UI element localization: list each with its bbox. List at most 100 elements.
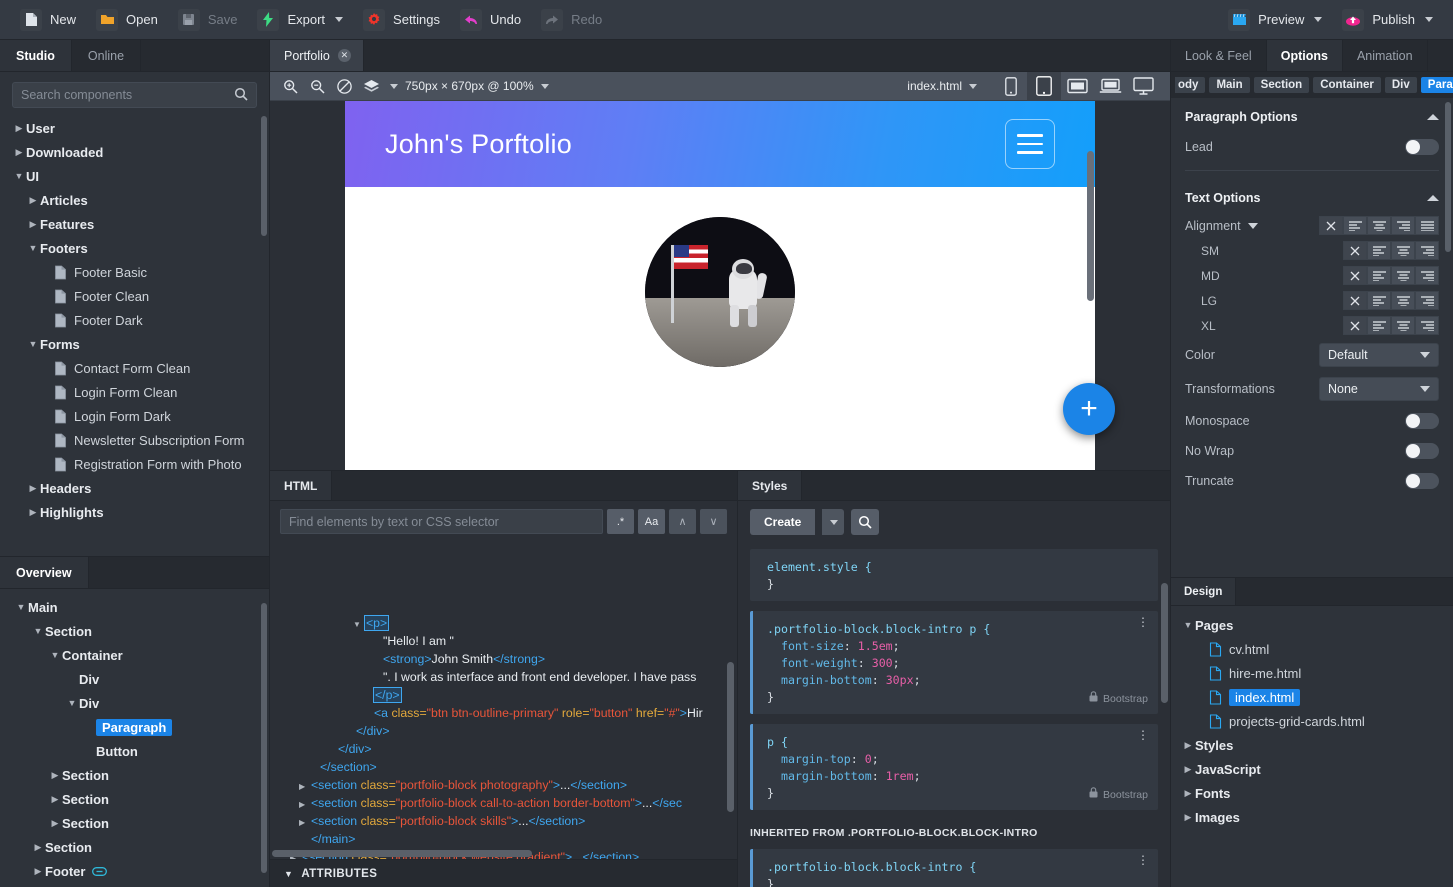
create-style-button[interactable]: Create xyxy=(750,509,816,535)
component-item[interactable]: Login Form Dark xyxy=(4,404,269,428)
layers-chevron-down-icon[interactable] xyxy=(390,83,398,89)
chevron-right-icon[interactable]: ▶ xyxy=(299,814,311,830)
css-property[interactable]: margin-bottom xyxy=(781,673,872,687)
code-line[interactable]: ▶ <section class="portfolio-block skills"… xyxy=(272,812,737,830)
overview-node[interactable]: ▼ Div xyxy=(0,691,269,715)
chevron-down-icon[interactable]: ▼ xyxy=(48,650,62,660)
canvas-area[interactable]: John's Porftolio + xyxy=(270,101,1170,470)
align-right-button[interactable] xyxy=(1415,266,1439,285)
layers-icon[interactable] xyxy=(361,76,381,96)
css-value[interactable]: 300 xyxy=(872,656,893,670)
align-clear-button[interactable] xyxy=(1343,241,1367,260)
code-line[interactable]: ". I work as interface and front end dev… xyxy=(272,668,737,686)
chevron-right-icon[interactable]: ▶ xyxy=(12,147,26,158)
align-center-button[interactable] xyxy=(1391,266,1415,285)
chevron-down-icon[interactable]: ▼ xyxy=(26,243,40,253)
component-group[interactable]: ▼ UI xyxy=(4,164,269,188)
chevron-right-icon[interactable]: ▶ xyxy=(31,842,45,853)
redo-button[interactable]: Redo xyxy=(531,4,612,36)
component-group[interactable]: ▶ Downloaded xyxy=(4,140,269,164)
create-style-chevron-down-icon[interactable] xyxy=(822,509,845,535)
chevron-down-icon[interactable]: ▼ xyxy=(1181,620,1195,630)
attributes-section-header[interactable]: ▼ ATTRIBUTES xyxy=(270,859,737,887)
nowrap-toggle[interactable] xyxy=(1405,443,1439,459)
breadcrumb-item[interactable]: Section xyxy=(1253,77,1310,93)
chevron-right-icon[interactable]: ▶ xyxy=(26,483,40,494)
design-file-item[interactable]: index.html xyxy=(1171,685,1453,709)
code-line[interactable]: <strong>John Smith</strong> xyxy=(272,650,737,668)
overview-node[interactable]: ▶ Section xyxy=(0,811,269,835)
chevron-right-icon[interactable]: ▶ xyxy=(299,796,311,812)
align-right-button[interactable] xyxy=(1415,241,1439,260)
css-rule[interactable]: .portfolio-block.block-intro p { font-si… xyxy=(750,611,1158,714)
design-group-item[interactable]: ▼ Pages xyxy=(1171,613,1453,637)
design-file-item[interactable]: cv.html xyxy=(1171,637,1453,661)
breadcrumb[interactable]: odyMainSectionContainerDivParagraph xyxy=(1171,72,1453,98)
add-component-fab[interactable]: + xyxy=(1063,383,1115,435)
overview-node[interactable]: Div xyxy=(0,667,269,691)
component-group[interactable]: ▼ Footers xyxy=(4,236,269,260)
tab-animation[interactable]: Animation xyxy=(1343,40,1428,71)
chevron-down-icon[interactable]: ▼ xyxy=(65,698,79,708)
overview-node[interactable]: Button xyxy=(0,739,269,763)
chevron-right-icon[interactable]: ▶ xyxy=(1181,764,1195,775)
css-property[interactable]: font-size xyxy=(781,639,844,653)
undo-button[interactable]: Undo xyxy=(450,4,531,36)
component-group[interactable]: ▶ Highlights xyxy=(4,500,269,524)
html-code-tree[interactable]: ▼ <p> "Hello! I am " <strong>John Smith</st… xyxy=(270,542,737,859)
device-small-screen-icon[interactable] xyxy=(1061,72,1094,101)
settings-button[interactable]: Settings xyxy=(353,4,450,36)
hamburger-menu-icon[interactable] xyxy=(1005,119,1055,169)
device-laptop-icon[interactable] xyxy=(1094,72,1127,101)
design-group-item[interactable]: ▶ JavaScript xyxy=(1171,757,1453,781)
tab-design[interactable]: Design xyxy=(1171,578,1237,605)
tab-styles[interactable]: Styles xyxy=(738,471,803,500)
options-scrollbar[interactable] xyxy=(1445,102,1451,252)
overview-node[interactable]: ▼ Main xyxy=(0,595,269,619)
chevron-down-icon[interactable]: ▼ xyxy=(353,616,365,632)
code-line[interactable]: ▼ <p> xyxy=(272,614,737,632)
align-clear-button[interactable] xyxy=(1343,291,1367,310)
device-desktop-icon[interactable] xyxy=(1127,72,1160,101)
code-line[interactable]: </main> xyxy=(272,830,737,848)
code-line[interactable]: </p> xyxy=(272,686,737,704)
css-value[interactable]: 0 xyxy=(865,752,872,766)
component-item[interactable]: Login Form Clean xyxy=(4,380,269,404)
chevron-right-icon[interactable]: ▶ xyxy=(1181,740,1195,751)
overview-node[interactable]: ▼ Container xyxy=(0,643,269,667)
breadcrumb-item[interactable]: ody xyxy=(1175,77,1206,93)
design-file-item[interactable]: hire-me.html xyxy=(1171,661,1453,685)
align-left-button[interactable] xyxy=(1367,241,1391,260)
no-style-icon[interactable] xyxy=(334,76,354,96)
preview-button[interactable]: Preview xyxy=(1218,4,1332,36)
component-item[interactable]: Newsletter Subscription Form xyxy=(4,428,269,452)
component-item[interactable]: Contact Form Clean xyxy=(4,356,269,380)
rule-menu-icon[interactable]: ⋮ xyxy=(1137,616,1149,628)
component-group[interactable]: ▶ Articles xyxy=(4,188,269,212)
find-previous-button[interactable]: ∧ xyxy=(669,509,696,534)
tab-look-and-feel[interactable]: Look & Feel xyxy=(1171,40,1267,71)
align-left-button[interactable] xyxy=(1367,316,1391,335)
chevron-right-icon[interactable]: ▶ xyxy=(48,794,62,805)
device-preview-frame[interactable]: John's Porftolio xyxy=(345,101,1095,470)
breadcrumb-item[interactable]: Paragraph xyxy=(1420,77,1453,93)
align-clear-button[interactable] xyxy=(1343,316,1367,335)
align-clear-button[interactable] xyxy=(1343,266,1367,285)
tab-overview[interactable]: Overview xyxy=(0,557,89,588)
breadcrumb-item[interactable]: Main xyxy=(1209,77,1250,93)
components-scrollbar[interactable] xyxy=(261,116,267,236)
save-button[interactable]: Save xyxy=(168,4,248,36)
overview-node[interactable]: ▶ Section xyxy=(0,835,269,859)
chevron-right-icon[interactable]: ▶ xyxy=(26,507,40,518)
tab-studio[interactable]: Studio xyxy=(0,40,72,71)
alignment-label[interactable]: Alignment xyxy=(1185,219,1258,233)
breadcrumb-item[interactable]: Div xyxy=(1384,77,1417,93)
align-right-button[interactable] xyxy=(1391,216,1415,235)
search-icon[interactable] xyxy=(234,87,248,104)
component-group[interactable]: ▼ Forms xyxy=(4,332,269,356)
align-justify-button[interactable] xyxy=(1415,216,1439,235)
rule-menu-icon[interactable]: ⋮ xyxy=(1137,854,1149,866)
match-case-button[interactable]: Aa xyxy=(638,509,665,534)
regex-toggle-button[interactable]: .* xyxy=(607,509,634,534)
tab-online[interactable]: Online xyxy=(72,40,142,71)
